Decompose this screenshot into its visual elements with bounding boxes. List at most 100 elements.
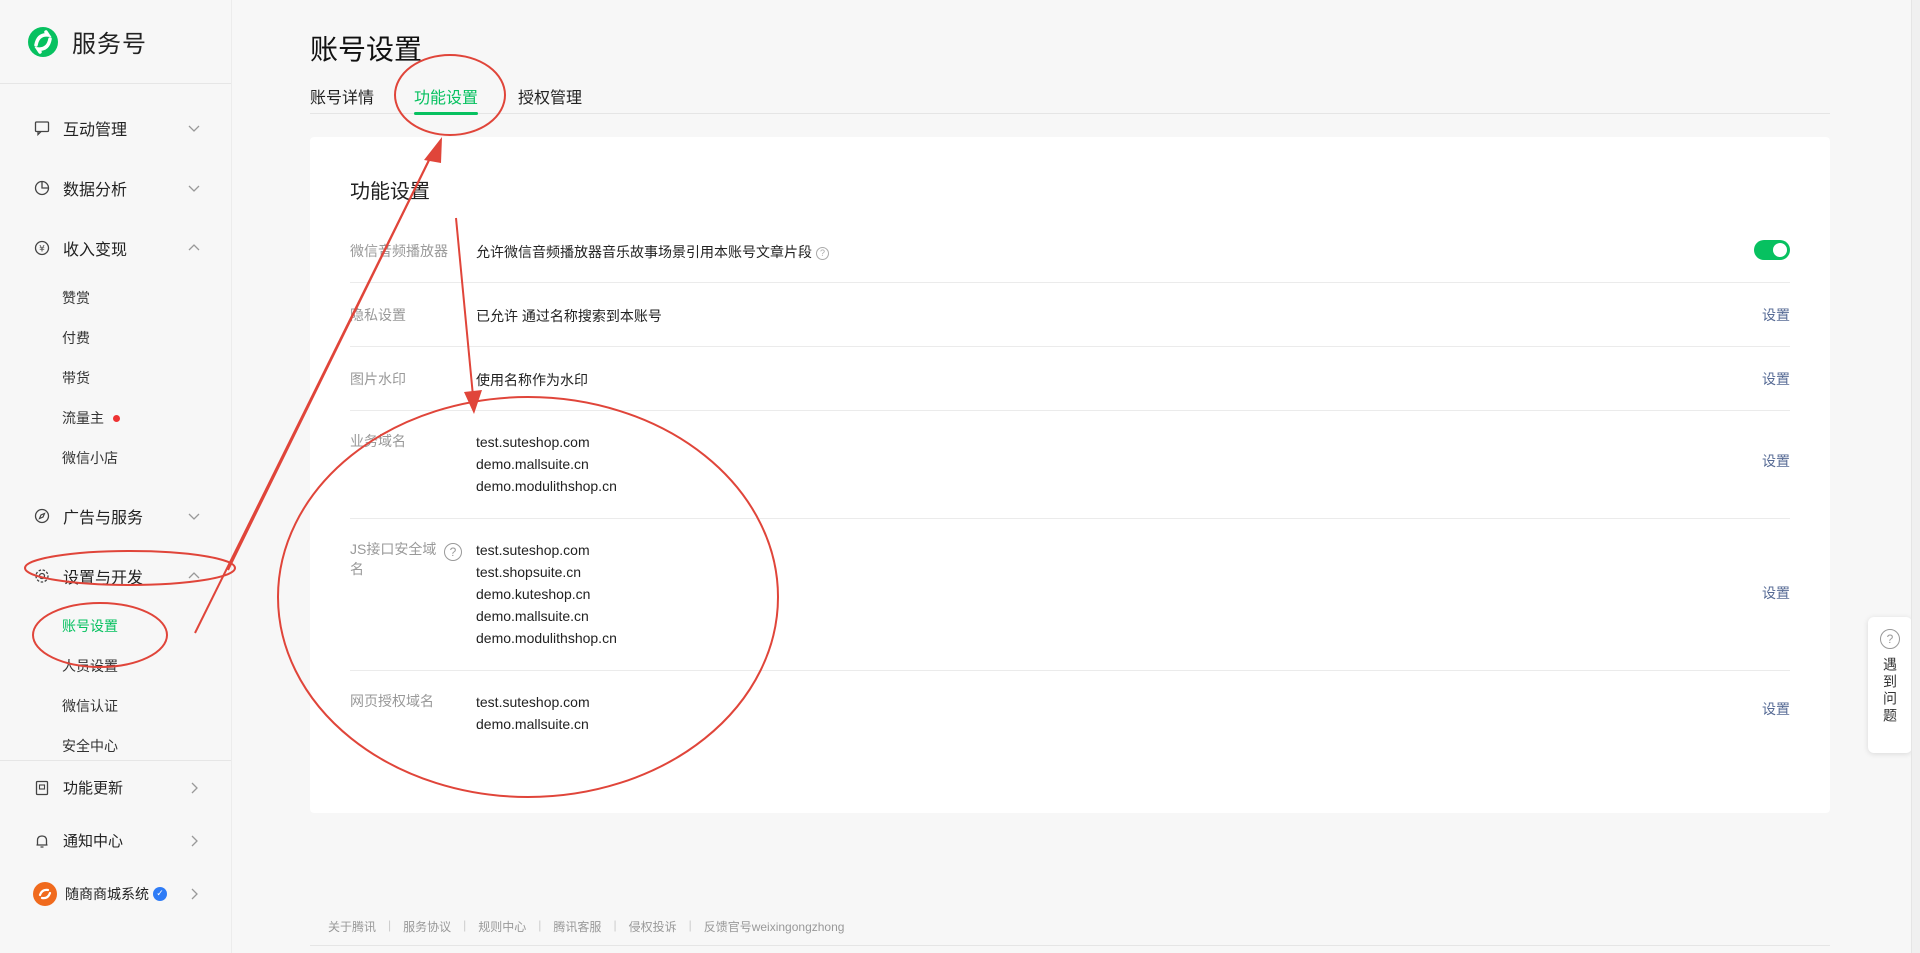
- sidebar: 服务号 互动管理 数据分析 ¥ 收入变现 赞赏 付费 带货 流量主 微信小店 广…: [0, 0, 232, 953]
- footer-link-terms[interactable]: 服务协议: [403, 918, 451, 935]
- help-icon[interactable]: ?: [444, 543, 462, 561]
- nav-group-label: 互动管理: [63, 122, 128, 139]
- scrollbar[interactable]: [1911, 0, 1920, 953]
- avatar: [33, 881, 57, 906]
- question-circle-icon: ?: [1880, 629, 1900, 649]
- settings-row-oauth-domain: 网页授权域名 test.suteshop.com demo.mallsuite.…: [350, 671, 1790, 751]
- sidebar-item-label: 功能更新: [63, 780, 124, 797]
- settings-list: 微信音频播放器 允许微信音频播放器音乐故事场景引用本账号文章片段? 隐私设置 已…: [350, 219, 1790, 751]
- tab-authorization[interactable]: 授权管理: [518, 84, 582, 114]
- oauth-domain-settings-link[interactable]: 设置: [1762, 699, 1790, 719]
- footer-separator: |: [538, 918, 542, 932]
- domain-item: demo.mallsuite.cn: [476, 716, 589, 732]
- audio-player-toggle[interactable]: [1754, 240, 1790, 260]
- sidebar-item-goods[interactable]: 带货: [0, 358, 231, 398]
- sidebar-item-wechat-verify[interactable]: 微信认证: [0, 686, 231, 726]
- watermark-settings-link[interactable]: 设置: [1762, 369, 1790, 389]
- tab-function-settings[interactable]: 功能设置: [414, 84, 479, 115]
- row-label: 业务域名: [350, 433, 406, 449]
- sidebar-item-wechat-shop[interactable]: 微信小店: [0, 438, 231, 478]
- domain-item: demo.kuteshop.cn: [476, 586, 591, 602]
- brand-name: 服务号: [72, 31, 147, 58]
- sidebar-item-traffic-owner[interactable]: 流量主: [0, 398, 231, 438]
- sidebar-item-member-settings[interactable]: 人员设置: [0, 646, 231, 686]
- sidebar-item-label: 通知中心: [63, 833, 124, 850]
- privacy-settings-link[interactable]: 设置: [1762, 305, 1790, 325]
- account-switcher[interactable]: 随商商城系统 ✓: [0, 867, 231, 920]
- nav-group-interaction[interactable]: 互动管理: [0, 98, 231, 158]
- help-float-button[interactable]: ? 遇到问题: [1868, 617, 1912, 753]
- brand-header[interactable]: 服务号: [0, 0, 231, 84]
- sidebar-item-account-settings[interactable]: 账号设置: [0, 606, 231, 646]
- domain-item: demo.mallsuite.cn: [476, 456, 589, 472]
- nav-group-settings-dev[interactable]: 设置与开发: [0, 546, 231, 606]
- card-title: 功能设置: [350, 181, 430, 203]
- chevron-right-icon: [191, 888, 198, 899]
- domain-item: test.suteshop.com: [476, 542, 590, 558]
- nav-group-label: 收入变现: [63, 242, 128, 259]
- domain-item: test.suteshop.com: [476, 694, 590, 710]
- nav-group-ads[interactable]: 广告与服务: [0, 486, 231, 546]
- domain-list: test.suteshop.com test.shopsuite.cn demo…: [476, 539, 1790, 670]
- chevron-down-icon: [188, 513, 200, 520]
- chevron-down-icon: [188, 125, 200, 132]
- sidebar-item-updates[interactable]: 功能更新: [0, 761, 231, 814]
- row-content: 允许微信音频播放器音乐故事场景引用本账号文章片段?: [476, 241, 1790, 282]
- bell-icon: [33, 832, 51, 850]
- business-domain-settings-link[interactable]: 设置: [1762, 451, 1790, 471]
- gear-icon: [33, 567, 51, 585]
- chevron-up-icon: [188, 244, 200, 251]
- sidebar-item-notifications[interactable]: 通知中心: [0, 814, 231, 867]
- footer-separator: |: [388, 918, 392, 932]
- pie-chart-icon: [33, 179, 51, 197]
- js-domain-settings-link[interactable]: 设置: [1762, 583, 1790, 603]
- row-label-text: JS接口安全域名: [350, 541, 437, 577]
- service-account-logo-icon: [28, 26, 58, 57]
- tab-bar: 账号详情 功能设置 授权管理: [310, 84, 1830, 115]
- yuan-coin-icon: ¥: [33, 239, 51, 257]
- footer-links: 关于腾讯 | 服务协议 | 规则中心 | 腾讯客服 | 侵权投诉 | 反馈官号weixin…: [328, 918, 844, 935]
- notification-dot: [113, 414, 120, 422]
- domain-item: test.suteshop.com: [476, 434, 590, 450]
- compass-icon: [33, 507, 51, 525]
- footer-separator: |: [463, 918, 467, 932]
- settings-row-js-domain: JS接口安全域名 ? test.suteshop.com test.shopsu…: [350, 519, 1790, 671]
- sidebar-item-paid[interactable]: 付费: [0, 318, 231, 358]
- settings-row-business-domain: 业务域名 test.suteshop.com demo.mallsuite.cn…: [350, 411, 1790, 519]
- footer-link-support[interactable]: 腾讯客服: [553, 918, 601, 935]
- footer-link-feedback[interactable]: 反馈官号weixingongzhong: [704, 918, 845, 935]
- row-description: 允许微信音频播放器音乐故事场景引用本账号文章片段: [476, 244, 812, 260]
- update-doc-icon: [33, 779, 51, 797]
- verified-badge-icon: ✓: [153, 886, 167, 901]
- footer-link-rules[interactable]: 规则中心: [478, 918, 526, 935]
- help-icon[interactable]: ?: [816, 246, 829, 260]
- nav-group-label: 设置与开发: [63, 570, 144, 587]
- account-name: 随商商城系统: [65, 885, 149, 902]
- domain-item: demo.mallsuite.cn: [476, 608, 589, 624]
- page-title: 账号设置: [310, 34, 423, 65]
- footer-separator: |: [613, 918, 617, 932]
- row-content: 已允许 通过名称搜索到本账号: [476, 308, 662, 324]
- footer-divider: [310, 945, 1830, 946]
- nav-group-analytics[interactable]: 数据分析: [0, 158, 231, 218]
- tab-account-details[interactable]: 账号详情: [310, 84, 374, 114]
- nav-group-monetization[interactable]: ¥ 收入变现: [0, 218, 231, 278]
- chevron-down-icon: [188, 185, 200, 192]
- footer-link-about[interactable]: 关于腾讯: [328, 918, 376, 935]
- domain-list: test.suteshop.com demo.mallsuite.cn: [476, 691, 1790, 751]
- settings-row-audio-player: 微信音频播放器 允许微信音频播放器音乐故事场景引用本账号文章片段?: [350, 219, 1790, 283]
- sidebar-item-reward[interactable]: 赞赏: [0, 278, 231, 318]
- nav-group-label: 数据分析: [63, 182, 128, 199]
- domain-list: test.suteshop.com demo.mallsuite.cn demo…: [476, 431, 1790, 518]
- sidebar-bottom: 功能更新 通知中心 随商商城系统 ✓: [0, 760, 231, 920]
- nav-group-label: 广告与服务: [63, 510, 144, 527]
- chevron-right-icon: [191, 835, 198, 846]
- help-label: 遇到问题: [1882, 657, 1898, 725]
- row-label: JS接口安全域名 ?: [350, 539, 476, 670]
- chat-icon: [33, 119, 51, 137]
- chevron-right-icon: [191, 782, 198, 793]
- domain-item: demo.modulithshop.cn: [476, 478, 617, 494]
- sidebar-item-label: 流量主: [62, 410, 104, 426]
- footer-link-complaint[interactable]: 侵权投诉: [629, 918, 677, 935]
- row-content: 使用名称作为水印: [476, 372, 588, 388]
